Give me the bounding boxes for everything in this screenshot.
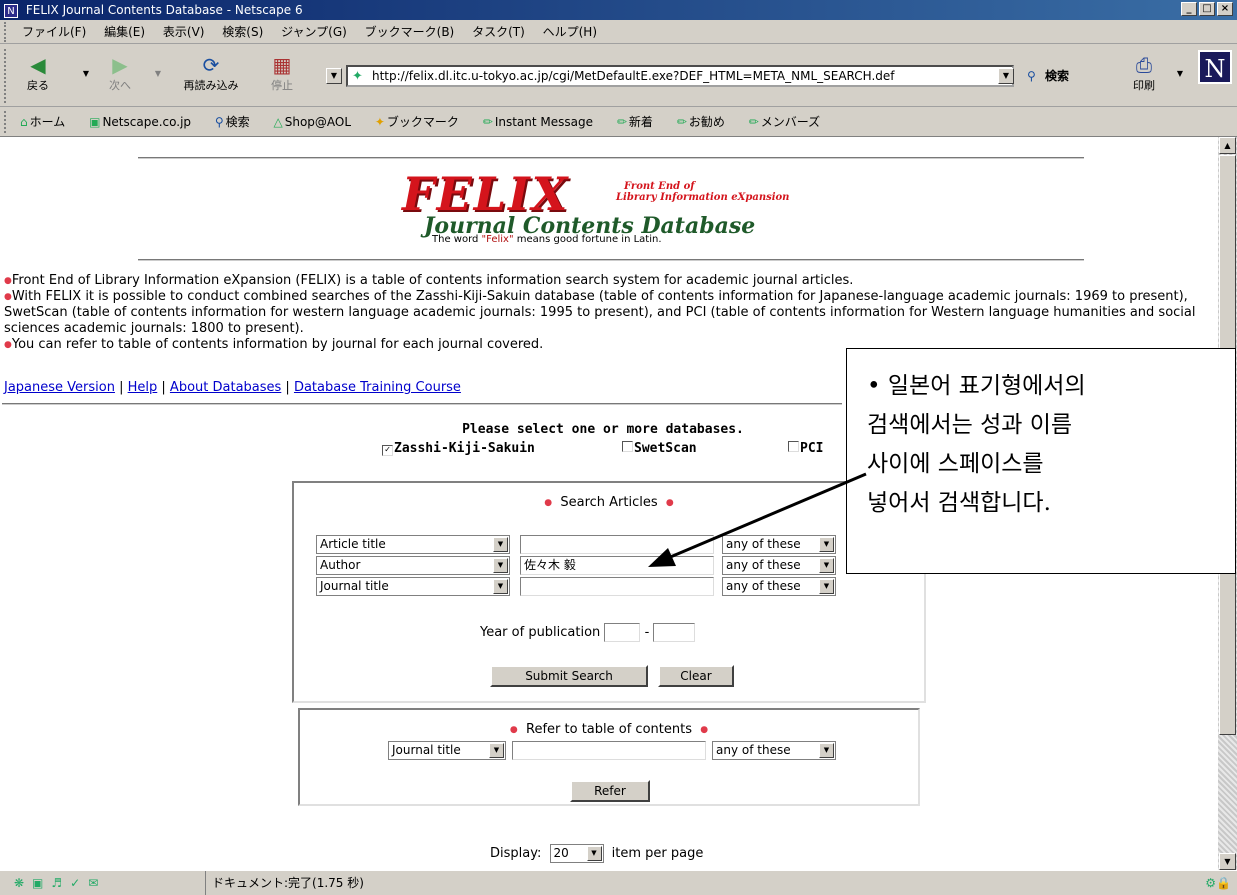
callout-arrow xyxy=(648,472,867,567)
